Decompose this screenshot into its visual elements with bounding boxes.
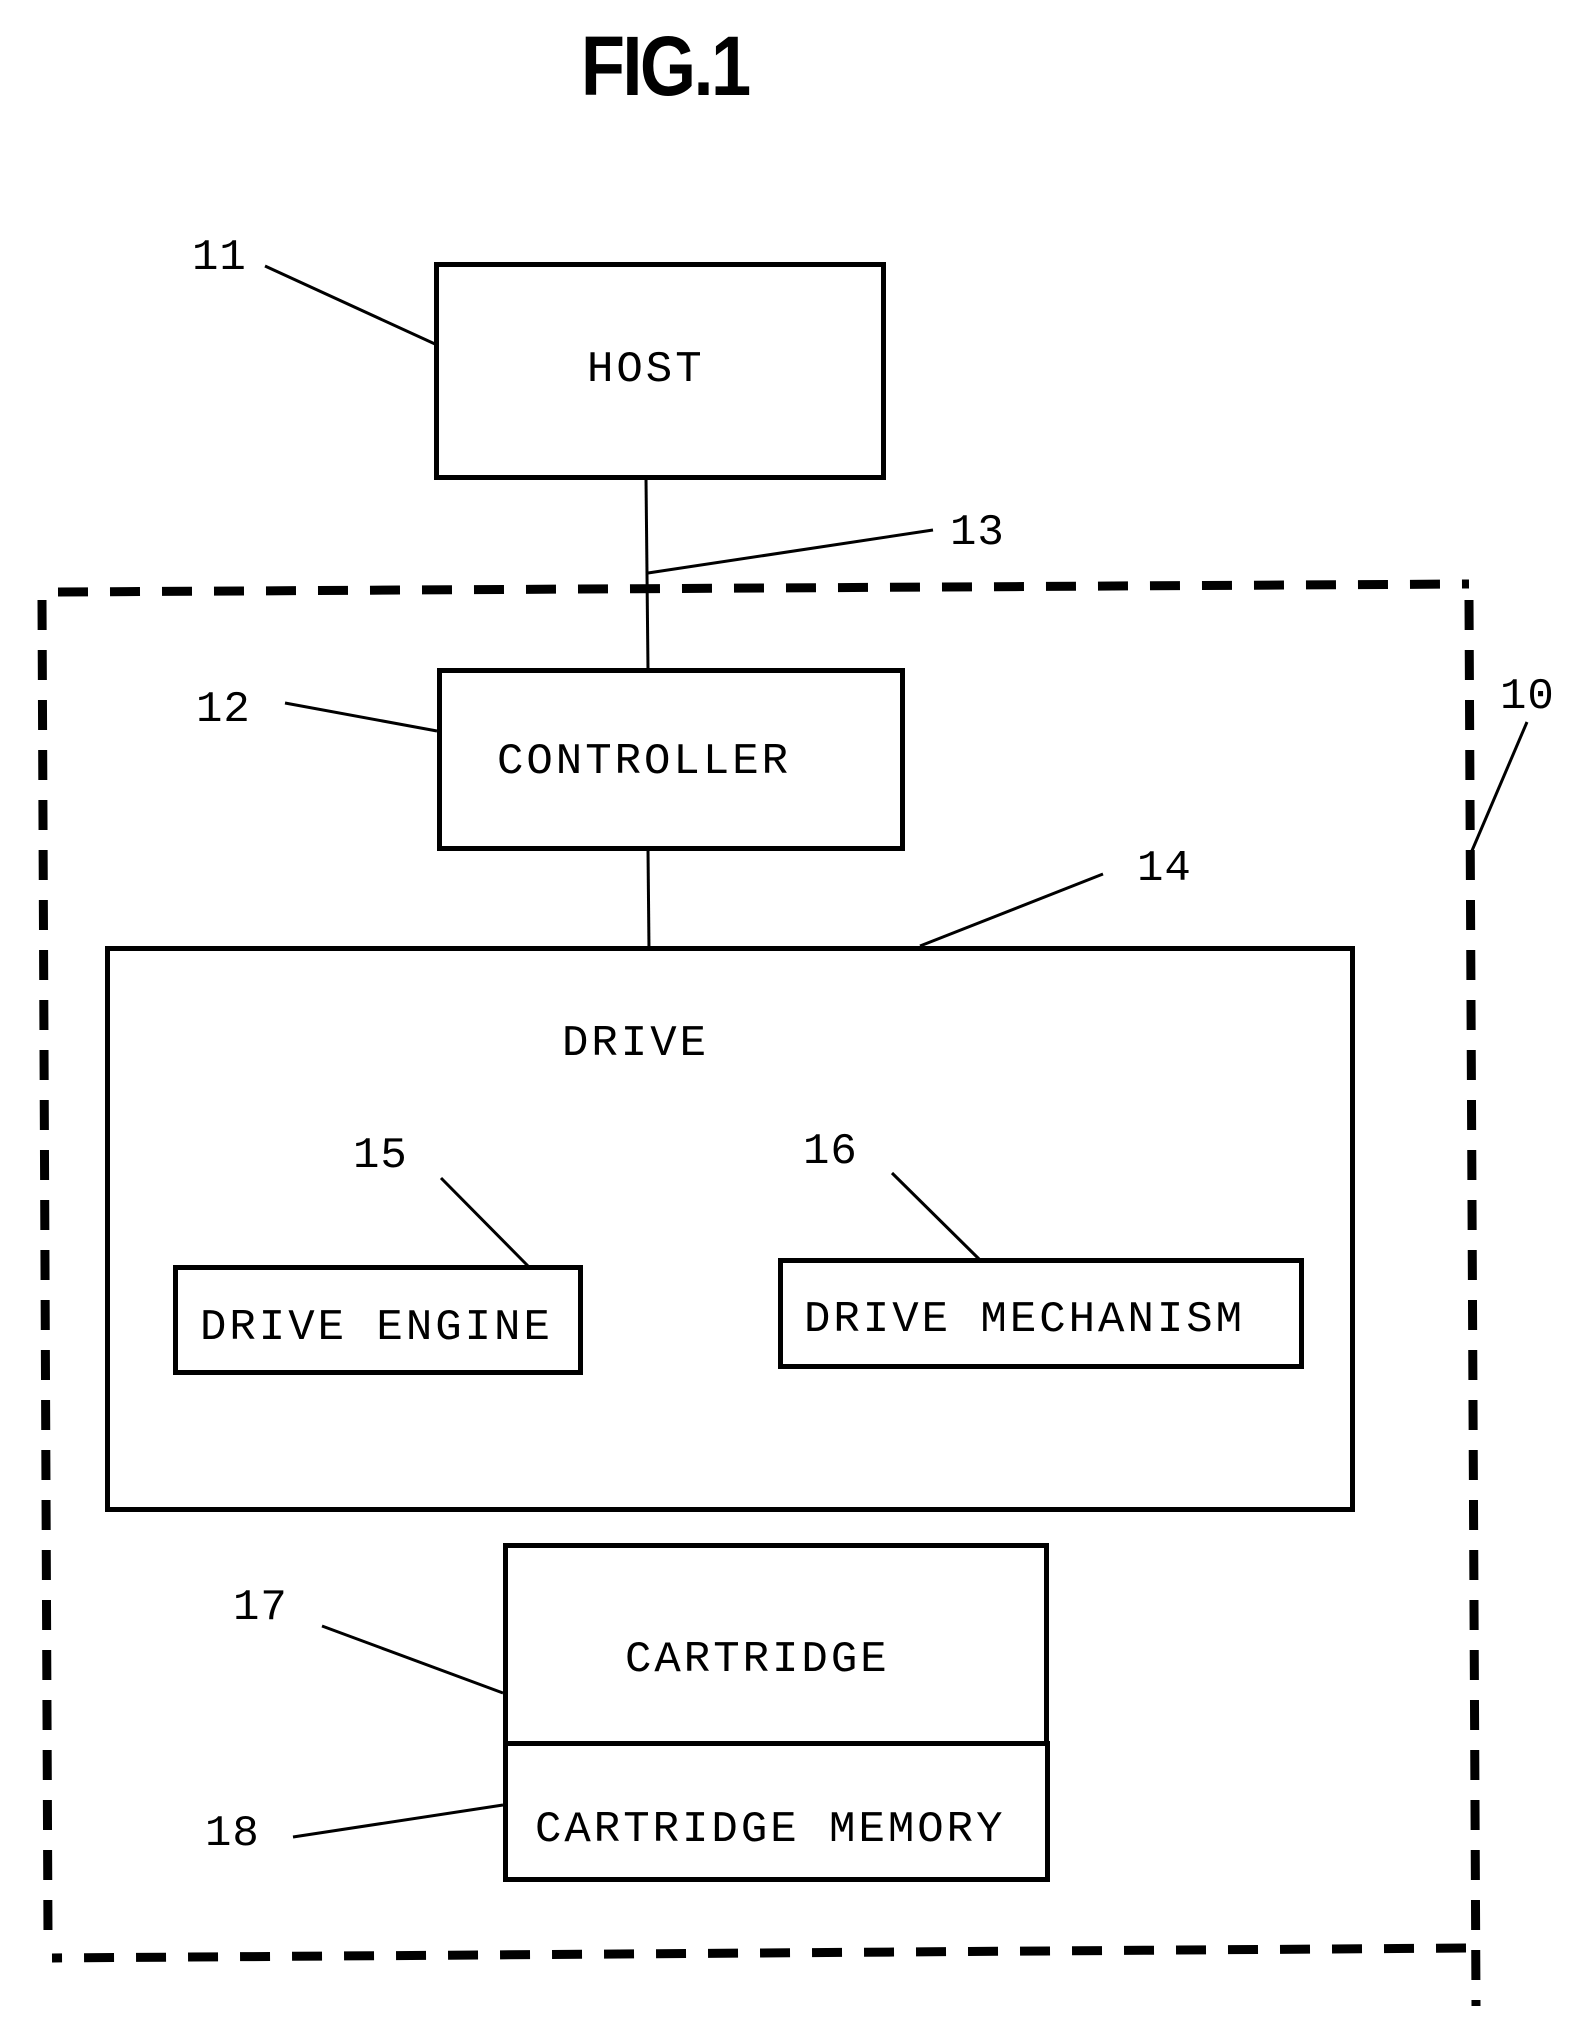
leader-18 — [292, 1803, 504, 1839]
ref-numeral-15: 15 — [353, 1131, 408, 1181]
drive-mechanism-label: DRIVE MECHANISM — [804, 1295, 1246, 1345]
drive-label: DRIVE — [562, 1019, 710, 1069]
ref-numeral-17: 17 — [233, 1583, 288, 1633]
boundary-left — [37, 599, 53, 1939]
leader-11 — [264, 264, 436, 346]
boundary-top — [57, 579, 1470, 597]
cartridge-memory-label: CARTRIDGE MEMORY — [535, 1805, 1006, 1855]
controller-label: CONTROLLER — [497, 737, 792, 787]
leader-10 — [1466, 721, 1529, 861]
ref-numeral-12: 12 — [196, 685, 251, 735]
host-label: HOST — [587, 345, 705, 395]
ref-numeral-14: 14 — [1137, 844, 1192, 894]
drive-engine-label: DRIVE ENGINE — [200, 1303, 553, 1353]
ref-numeral-10: 10 — [1500, 672, 1555, 722]
controller-drive-link — [646, 848, 651, 951]
patent-figure: FIG.1 HOST CONTROLLER DRIVE DRIVE ENGINE — [0, 0, 1584, 2030]
boundary-right — [1464, 599, 1481, 2007]
boundary-bottom — [51, 1943, 1467, 1963]
leader-12 — [284, 701, 438, 733]
ref-numeral-18: 18 — [205, 1809, 260, 1859]
drive-box — [105, 946, 1355, 1512]
cartridge-label: CARTRIDGE — [625, 1635, 890, 1685]
ref-numeral-13: 13 — [950, 508, 1005, 558]
leader-17 — [321, 1624, 504, 1695]
ref-numeral-11: 11 — [192, 233, 247, 283]
host-controller-link — [644, 477, 650, 671]
leader-13 — [647, 528, 934, 575]
ref-numeral-16: 16 — [803, 1127, 858, 1177]
leader-14 — [919, 872, 1104, 948]
